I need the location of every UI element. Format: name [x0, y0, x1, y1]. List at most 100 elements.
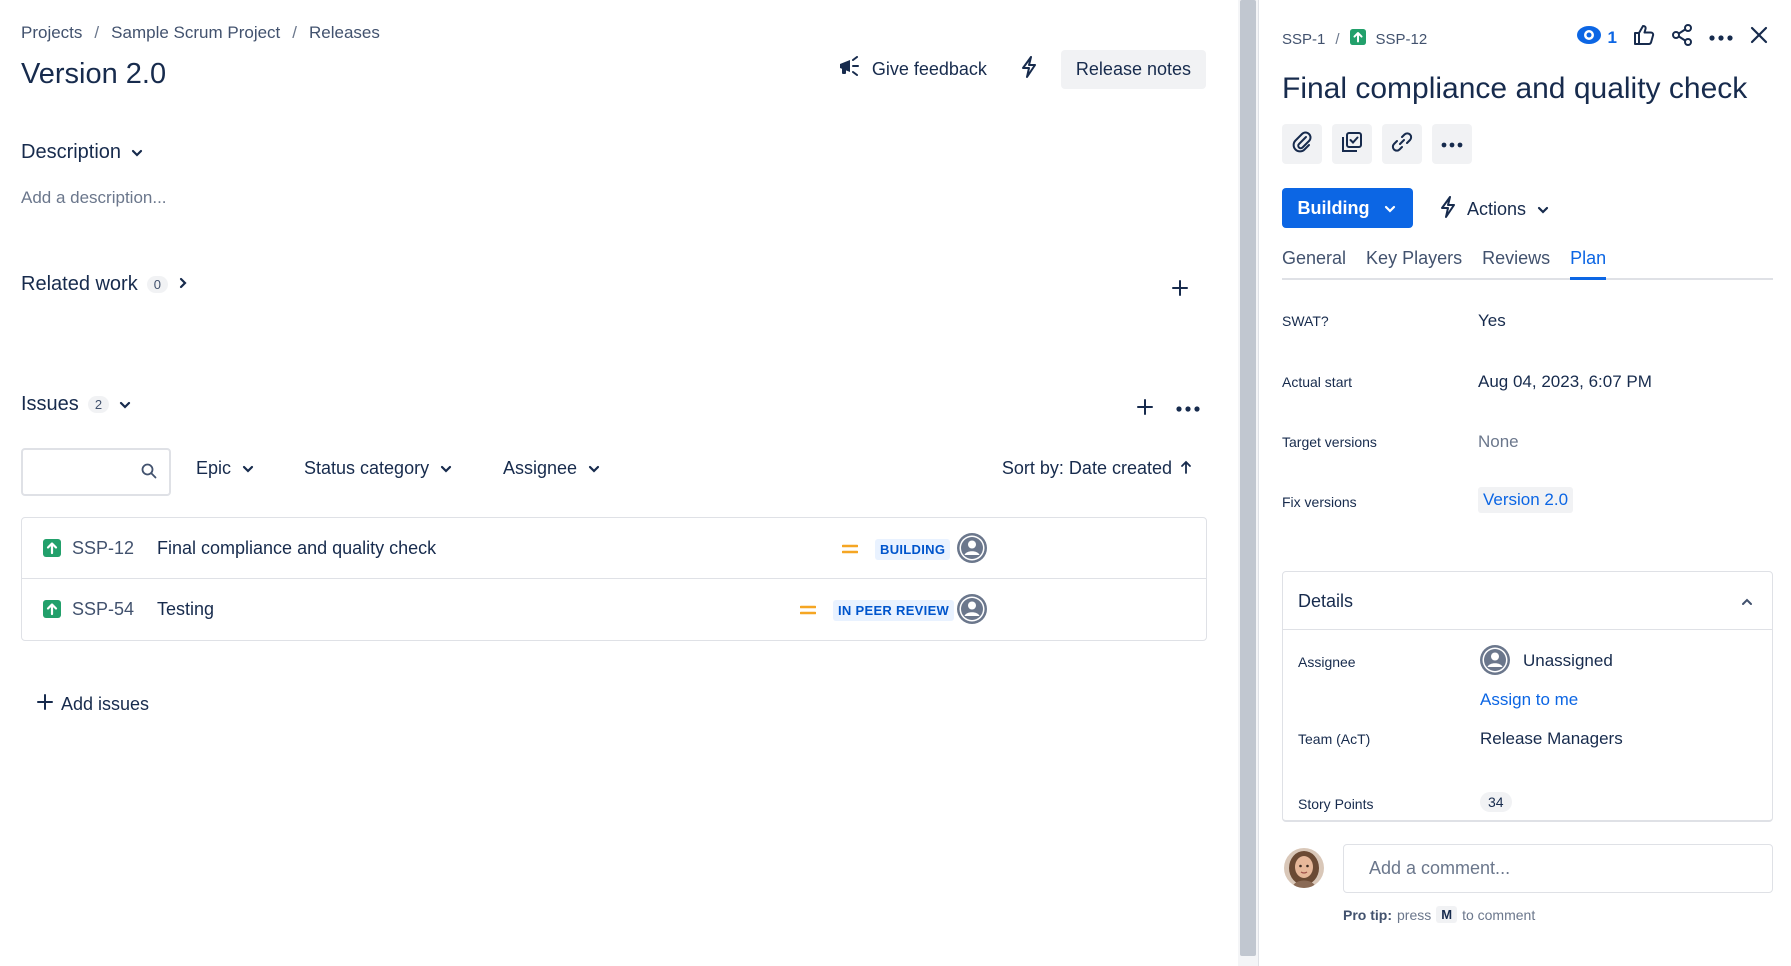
assignee-filter[interactable]: Assignee — [503, 458, 601, 479]
details-section: Details Assignee Unassigned Assign to me… — [1282, 571, 1773, 822]
assignee-avatar[interactable] — [957, 533, 987, 568]
actual-start-value[interactable]: Aug 04, 2023, 6:07 PM — [1478, 372, 1652, 392]
priority-medium-icon — [841, 542, 859, 560]
issue-filters: Epic Status category Assignee Sort by: D… — [21, 448, 1207, 496]
swat-value[interactable]: Yes — [1478, 311, 1506, 331]
issue-summary[interactable]: Testing — [157, 599, 214, 620]
link-icon — [1391, 131, 1413, 158]
sort-button[interactable]: Sort by: Date created — [1002, 458, 1192, 479]
story-icon — [43, 539, 61, 562]
description-toggle[interactable]: Description — [21, 141, 144, 164]
chevron-down-icon — [118, 393, 132, 416]
issue-summary[interactable]: Final compliance and quality check — [157, 538, 436, 559]
issues-count: 2 — [87, 396, 110, 413]
story-points-value[interactable]: 34 — [1480, 792, 1512, 812]
story-icon — [1349, 29, 1366, 49]
chevron-down-icon — [130, 141, 144, 164]
add-related-work-button[interactable] — [1163, 273, 1197, 307]
assignee-value[interactable]: Unassigned — [1523, 651, 1613, 671]
tab-key-players[interactable]: Key Players — [1366, 248, 1462, 278]
description-input[interactable]: Add a description... — [21, 188, 167, 208]
issue-quick-actions — [1282, 124, 1472, 164]
plus-icon — [1171, 279, 1189, 302]
scrollbar[interactable] — [1238, 0, 1258, 966]
add-issue-button[interactable] — [1128, 392, 1162, 426]
ellipsis-icon — [1441, 135, 1463, 153]
issues-toggle[interactable]: Issues 2 — [21, 393, 132, 416]
assign-to-me-link[interactable]: Assign to me — [1480, 690, 1578, 710]
breadcrumb-projects[interactable]: Projects — [21, 23, 82, 43]
keyboard-shortcut-key: M — [1436, 906, 1458, 923]
attach-button[interactable] — [1282, 124, 1322, 164]
link-issue-button[interactable] — [1382, 124, 1422, 164]
breadcrumb-separator: / — [292, 23, 298, 42]
breadcrumb-project[interactable]: Sample Scrum Project — [111, 23, 280, 43]
megaphone-icon — [838, 56, 862, 83]
status-dropdown-button[interactable]: Building — [1282, 188, 1413, 228]
watch-count: 1 — [1607, 27, 1617, 47]
story-icon — [43, 600, 61, 623]
assignee-label: Assignee — [1298, 654, 1356, 670]
details-toggle[interactable]: Details — [1283, 572, 1772, 630]
watch-button[interactable]: 1 — [1576, 24, 1617, 51]
add-issues-label: Add issues — [61, 694, 150, 714]
tab-general[interactable]: General — [1282, 248, 1346, 278]
issue-title[interactable]: Final compliance and quality check — [1282, 72, 1747, 106]
related-work-count: 0 — [146, 276, 168, 293]
breadcrumb: Projects / Sample Scrum Project / Releas… — [21, 23, 380, 43]
issues-more-button[interactable] — [1171, 392, 1205, 426]
target-versions-label: Target versions — [1282, 434, 1377, 450]
assignee-avatar[interactable] — [957, 594, 987, 629]
page-actions: Give feedback Release notes — [828, 48, 1206, 91]
story-points-label: Story Points — [1298, 796, 1374, 812]
current-user-avatar — [1284, 848, 1324, 888]
issue-list: SSP-12 Final compliance and quality chec… — [21, 517, 1207, 641]
comment-input[interactable]: Add a comment... — [1343, 844, 1773, 893]
more-actions-button[interactable] — [1709, 29, 1733, 47]
ellipsis-icon — [1176, 400, 1200, 418]
close-button[interactable] — [1749, 25, 1769, 50]
share-button[interactable] — [1671, 24, 1693, 51]
related-work-toggle[interactable]: Related work 0 — [21, 273, 189, 296]
automation-button[interactable] — [1011, 52, 1047, 88]
scrollbar-thumb[interactable] — [1240, 0, 1256, 956]
table-row[interactable]: SSP-12 Final compliance and quality chec… — [22, 518, 1206, 579]
team-value[interactable]: Release Managers — [1480, 729, 1623, 749]
status-category-filter[interactable]: Status category — [304, 458, 453, 479]
release-notes-button[interactable]: Release notes — [1060, 50, 1206, 89]
search-icon — [141, 463, 157, 484]
swat-label: SWAT? — [1282, 313, 1329, 329]
epic-filter[interactable]: Epic — [196, 458, 255, 479]
chevron-down-icon — [587, 458, 601, 479]
plus-icon — [1136, 398, 1154, 421]
chevron-down-icon — [241, 458, 255, 479]
parent-issue-link[interactable]: SSP-1 — [1282, 31, 1325, 48]
issue-breadcrumb: SSP-1 / SSP-12 — [1282, 29, 1427, 49]
tab-reviews[interactable]: Reviews — [1482, 248, 1550, 278]
issue-search — [21, 448, 171, 496]
actions-dropdown-button[interactable]: Actions — [1439, 196, 1550, 223]
details-heading: Details — [1298, 591, 1354, 611]
current-issue-link[interactable]: SSP-12 — [1376, 31, 1428, 48]
add-child-issue-button[interactable] — [1332, 124, 1372, 164]
add-issues-button[interactable]: Add issues — [37, 694, 149, 715]
status-badge: BUILDING — [875, 539, 951, 560]
status-label: Building — [1297, 197, 1370, 218]
chevron-down-icon — [1536, 199, 1550, 220]
share-icon — [1671, 24, 1693, 51]
table-row[interactable]: SSP-54 Testing IN PEER REVIEW — [22, 579, 1206, 640]
issue-key[interactable]: SSP-12 — [72, 538, 134, 559]
target-versions-value[interactable]: None — [1478, 432, 1519, 452]
more-quick-actions-button[interactable] — [1432, 124, 1472, 164]
like-button[interactable] — [1633, 24, 1655, 51]
lightning-bolt-icon — [1020, 56, 1038, 83]
fix-version-tag[interactable]: Version 2.0 — [1478, 487, 1574, 513]
pro-tip: Pro tip: press M to comment — [1343, 906, 1535, 923]
issue-key[interactable]: SSP-54 — [72, 599, 134, 620]
issue-search-input[interactable] — [31, 458, 131, 486]
actions-label: Actions — [1467, 199, 1527, 219]
give-feedback-button[interactable]: Give feedback — [828, 48, 997, 91]
chevron-down-icon — [439, 458, 453, 479]
tab-plan[interactable]: Plan — [1570, 248, 1607, 280]
breadcrumb-releases[interactable]: Releases — [309, 23, 380, 43]
